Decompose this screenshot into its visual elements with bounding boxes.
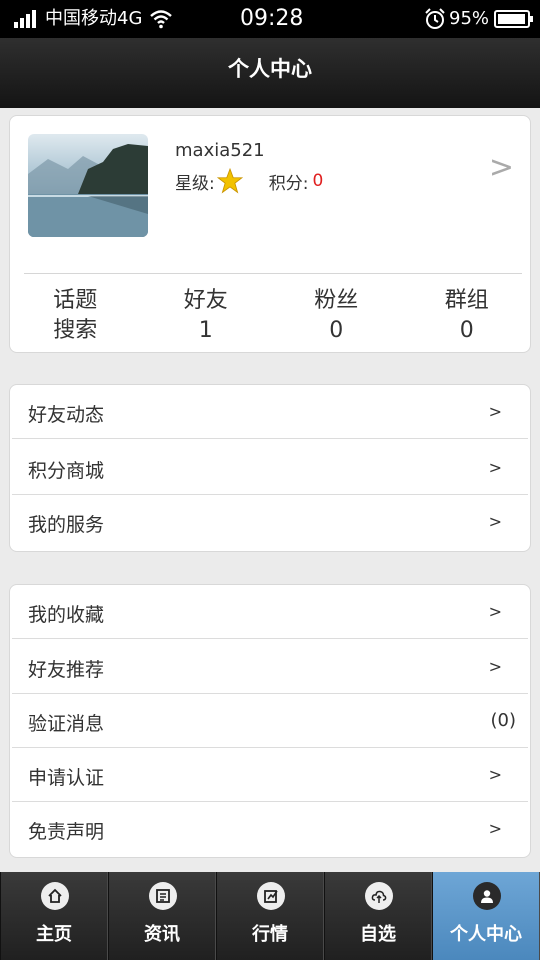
home-icon xyxy=(41,882,69,910)
username: maxia521 xyxy=(175,140,265,161)
menu-item-label: 申请认证 xyxy=(28,767,105,789)
chevron-right-icon: > xyxy=(488,402,502,421)
profile-card[interactable]: maxia521 星级: 积分: 0 > 话题 搜索 好友 1 粉丝 0 群组 … xyxy=(9,115,531,353)
tab-label: 个人中心 xyxy=(450,924,522,945)
menu-item-friend-feed[interactable]: 好友动态 > xyxy=(12,385,528,439)
stat-label: 粉丝 xyxy=(314,288,359,313)
menu-item-my-favorites[interactable]: 我的收藏 > xyxy=(12,585,528,639)
menu-item-apply-certification[interactable]: 申请认证 > xyxy=(12,748,528,802)
level-points-row: 星级: 积分: 0 xyxy=(175,168,323,194)
menu-item-my-services[interactable]: 我的服务 > xyxy=(12,495,528,549)
title-bar: 个人中心 xyxy=(0,38,540,108)
menu-group-2: 我的收藏 > 好友推荐 > 验证消息 (0) 申请认证 > 免责声明 > xyxy=(9,584,531,858)
tab-label: 自选 xyxy=(360,924,396,945)
tab-home[interactable]: 主页 xyxy=(0,872,108,960)
stat-value: 1 xyxy=(198,318,213,343)
chevron-right-icon: > xyxy=(488,657,502,676)
tab-label: 资讯 xyxy=(144,924,180,945)
tab-news[interactable]: 资讯 xyxy=(108,872,216,960)
news-icon xyxy=(149,882,177,910)
menu-item-label: 我的收藏 xyxy=(28,604,105,626)
stat-value: 0 xyxy=(459,318,474,343)
menu-group-1: 好友动态 > 积分商城 > 我的服务 > xyxy=(9,384,531,552)
battery-icon xyxy=(494,10,533,28)
clock-time: 09:28 xyxy=(240,6,304,31)
signal-icon xyxy=(14,10,40,28)
chevron-right-icon: > xyxy=(488,458,502,477)
profile-chevron-right-icon[interactable]: > xyxy=(489,150,514,185)
wifi-icon xyxy=(150,10,172,29)
menu-item-label: 免责声明 xyxy=(28,821,105,843)
menu-item-label: 好友推荐 xyxy=(28,659,105,681)
carrier-label: 中国移动4G xyxy=(45,8,143,29)
stat-label: 话题 xyxy=(53,288,98,313)
stat-friends[interactable]: 好友 1 xyxy=(141,286,272,346)
alarm-icon xyxy=(425,8,445,29)
chevron-right-icon: > xyxy=(488,602,502,621)
stat-groups[interactable]: 群组 0 xyxy=(402,286,533,346)
tab-watchlist[interactable]: 自选 xyxy=(324,872,432,960)
points-value: 0 xyxy=(312,171,324,191)
user-icon xyxy=(473,882,501,910)
points-label: 积分: xyxy=(268,173,309,194)
menu-item-label: 好友动态 xyxy=(28,404,105,426)
chevron-right-icon: > xyxy=(488,512,502,531)
menu-item-friend-recommend[interactable]: 好友推荐 > xyxy=(12,640,528,694)
stats-row: 话题 搜索 好友 1 粉丝 0 群组 0 xyxy=(10,286,532,346)
menu-item-label: 验证消息 xyxy=(28,713,105,735)
status-bar: 中国移动4G 09:28 95% xyxy=(0,0,540,38)
stat-label: 好友 xyxy=(183,288,228,313)
bottom-tab-bar: 主页 资讯 行情 自选 个人中心 xyxy=(0,872,540,960)
menu-item-label: 我的服务 xyxy=(28,514,105,536)
tab-label: 行情 xyxy=(252,924,288,945)
cloud-icon xyxy=(365,882,393,910)
tab-market[interactable]: 行情 xyxy=(216,872,324,960)
chevron-right-icon: > xyxy=(488,819,502,838)
divider xyxy=(24,273,522,274)
tab-label: 主页 xyxy=(36,924,72,945)
stat-label: 群组 xyxy=(444,288,489,313)
chevron-right-icon: > xyxy=(488,765,502,784)
menu-item-verify-messages[interactable]: 验证消息 (0) xyxy=(12,694,528,748)
message-count: (0) xyxy=(490,710,517,731)
stat-value: 0 xyxy=(329,318,344,343)
star-icon xyxy=(216,168,243,194)
menu-item-label: 积分商城 xyxy=(28,460,105,482)
market-icon xyxy=(257,882,285,910)
page-title: 个人中心 xyxy=(228,57,312,81)
menu-item-disclaimer[interactable]: 免责声明 > xyxy=(12,802,528,856)
avatar[interactable] xyxy=(28,134,148,237)
stat-value: 搜索 xyxy=(53,318,98,343)
battery-percent: 95% xyxy=(449,8,490,29)
level-label: 星级: xyxy=(175,173,215,194)
menu-item-points-mall[interactable]: 积分商城 > xyxy=(12,441,528,495)
stat-fans[interactable]: 粉丝 0 xyxy=(271,286,402,346)
tab-personal-center[interactable]: 个人中心 xyxy=(432,872,540,960)
stat-topic-search[interactable]: 话题 搜索 xyxy=(10,286,141,346)
